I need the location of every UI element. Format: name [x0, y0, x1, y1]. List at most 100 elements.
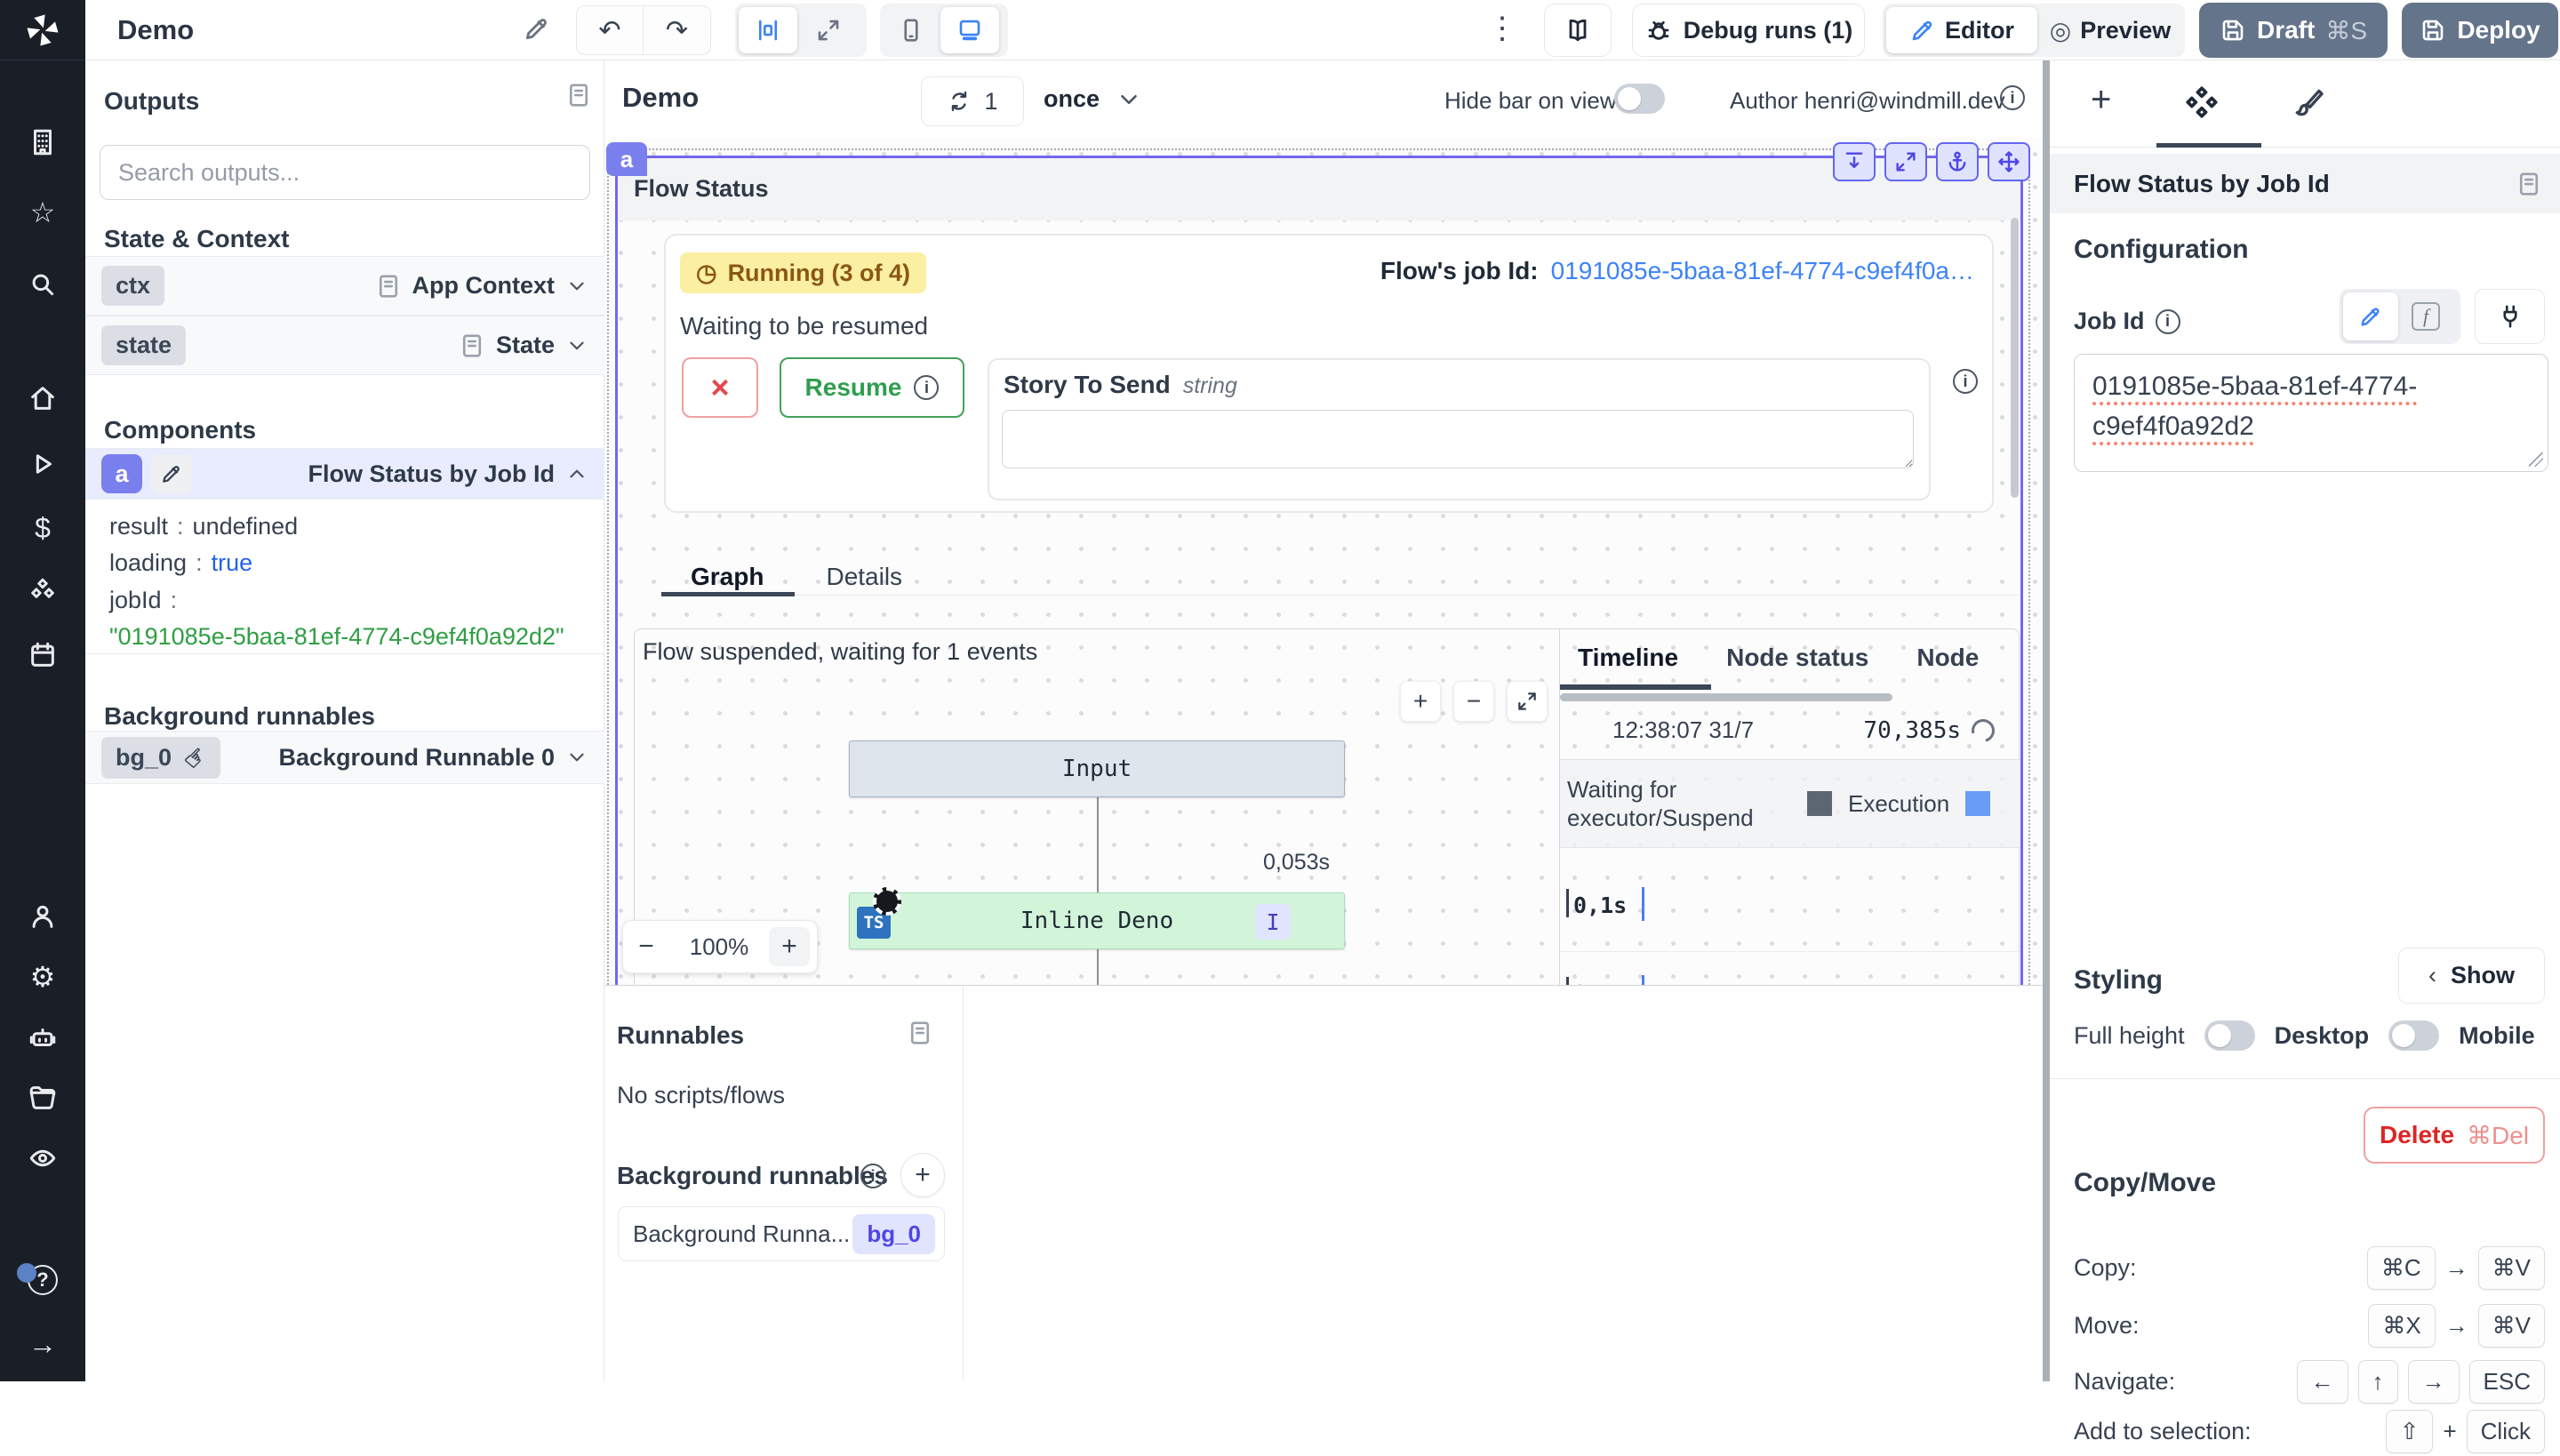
state-row[interactable]: state State [85, 316, 604, 375]
ctx-row[interactable]: ctx App Context [85, 256, 604, 316]
anchor-icon[interactable] [1936, 142, 1979, 181]
outputs-title: Outputs [104, 87, 199, 116]
job-id-textarea[interactable]: 0191085e-5baa-81ef-4774- c9ef4f0a92d2 [2074, 354, 2548, 472]
zoom-out-button[interactable]: − [623, 932, 669, 962]
schedules-calendar-icon[interactable] [0, 637, 85, 673]
flow-job-id-link[interactable]: 0191085e-5baa-81ef-4774-c9ef4f0a… [1551, 257, 1974, 285]
fullwidth-layout-button[interactable] [799, 7, 858, 53]
app-canvas[interactable]: a Flow Status ◷ Running (3 of 4) Flow's … [604, 138, 2043, 986]
delete-button[interactable]: Delete ⌘Del [2364, 1107, 2545, 1164]
desktop-view-button[interactable] [940, 7, 999, 53]
component-settings-tab-icon[interactable] [2183, 84, 2220, 121]
deploy-button[interactable]: Deploy [2402, 3, 2558, 58]
full-height-toggle[interactable] [2204, 1020, 2255, 1051]
show-styling-button[interactable]: ‹ Show [2398, 948, 2545, 1004]
user-icon[interactable] [0, 899, 85, 934]
insert-component-tab-plus-icon[interactable]: + [2091, 80, 2111, 120]
component-row-flow-status[interactable]: a Flow Status by Job Id [85, 448, 604, 500]
bg-runnables-info-icon[interactable]: i [860, 1164, 885, 1188]
app-canvas-header: Demo 1 once Hide bar on view Author henr… [604, 60, 2043, 138]
tab-preview[interactable]: ◎ Preview [2039, 7, 2181, 53]
workspace-icon[interactable] [0, 124, 85, 160]
graph-node-inline-deno[interactable]: TS Inline Deno I [849, 892, 1345, 949]
settings-doc-icon[interactable] [2516, 171, 2542, 197]
windmill-logo[interactable] [0, 0, 85, 60]
panel-resize-splitter[interactable] [2043, 60, 2050, 1381]
tab-graph[interactable]: Graph [691, 563, 764, 591]
more-menu-kebab-icon[interactable]: ⋮ [1487, 11, 1517, 46]
redo-button[interactable]: ↷ [644, 6, 710, 54]
home-icon[interactable] [0, 380, 85, 416]
variables-dollar-icon[interactable]: $ [0, 510, 85, 546]
tab-timeline[interactable]: Timeline [1578, 644, 1678, 672]
timeline-horizontal-scrollbar[interactable] [1560, 693, 1892, 701]
docs-book-button[interactable] [1544, 4, 1612, 57]
desktop-mobile-toggle[interactable] [2388, 1020, 2439, 1051]
connect-plug-button[interactable] [2475, 289, 2545, 344]
settings-component-title: Flow Status by Job Id [2074, 170, 2330, 198]
resume-button[interactable]: Resume i [780, 357, 964, 418]
settings-gear-icon[interactable]: ⚙ [0, 959, 85, 995]
flow-job-id-line: Flow's job Id: 0191085e-5baa-81ef-4774-c… [1380, 257, 1974, 285]
graph-node-input[interactable]: Input [849, 740, 1345, 797]
story-to-send-textarea[interactable] [1002, 410, 1914, 468]
cancel-button[interactable]: × [682, 357, 758, 418]
running-status-badge: ◷ Running (3 of 4) [680, 252, 926, 293]
frequency-select[interactable]: once [1044, 85, 1142, 113]
search-icon[interactable] [0, 267, 85, 302]
debug-runs-button[interactable]: Debug runs (1) [1632, 4, 1865, 57]
audit-eye-icon[interactable] [0, 1140, 85, 1176]
app-title: Demo [117, 14, 194, 46]
edit-title-pencil-icon[interactable] [523, 14, 551, 43]
resources-cubes-icon[interactable] [0, 573, 85, 609]
add-selection-shortcut-row: Add to selection: ⇧ + Click [2074, 1406, 2545, 1456]
timeline-execution-tick [1642, 887, 1644, 921]
folders-icon[interactable] [0, 1080, 85, 1116]
tab-editor[interactable]: Editor [1886, 7, 2037, 53]
topbar: Demo ↶ ↷ ⋮ Debug runs (1) Editor ◎ Previ… [85, 0, 2560, 60]
tab-details[interactable]: Details [826, 563, 902, 591]
ctx-badge: ctx [101, 266, 164, 306]
expression-input-button[interactable]: f [2398, 302, 2453, 331]
author-info-icon[interactable]: i [2000, 85, 2025, 110]
mobile-view-button[interactable] [884, 7, 939, 53]
outputs-panel: Outputs State & Context ctx App Context … [85, 60, 604, 1381]
center-layout-button[interactable] [739, 7, 797, 53]
rename-pencil-icon[interactable] [151, 454, 192, 493]
fullscreen-icon[interactable] [1884, 142, 1927, 181]
undo-button[interactable]: ↶ [577, 6, 644, 54]
add-bg-runnable-button[interactable]: + [900, 1153, 945, 1197]
chevron-left-icon: ‹ [2428, 962, 2436, 989]
job-id-info-icon[interactable]: i [2156, 309, 2180, 334]
static-input-pencil-button[interactable] [2343, 292, 2398, 340]
form-info-icon[interactable]: i [1953, 369, 1978, 394]
bg-runnable-card[interactable]: Background Runna... bg_0 [618, 1206, 945, 1261]
graph-fit-button[interactable] [1507, 681, 1548, 722]
kbd-arrow-up: ↑ [2358, 1360, 2398, 1404]
runnables-doc-icon[interactable] [907, 1020, 933, 1046]
tab-node-status[interactable]: Node status [1726, 644, 1868, 672]
outputs-doc-icon[interactable] [565, 82, 592, 108]
draft-button[interactable]: Draft ⌘S [2199, 3, 2388, 58]
favorites-star-icon[interactable]: ☆ [0, 195, 85, 230]
runs-play-icon[interactable] [0, 446, 85, 482]
expand-down-icon[interactable] [1833, 142, 1876, 181]
refresh-count-button[interactable]: 1 [921, 76, 1024, 126]
timeline-panel: Timeline Node status Node 12:38:07 31/7 … [1559, 629, 2020, 986]
component-settings-header: Flow Status by Job Id [2050, 154, 2560, 213]
tab-node[interactable]: Node [1916, 644, 1979, 672]
canvas-vertical-scrollbar[interactable] [2011, 218, 2019, 498]
move-icon[interactable] [1988, 142, 2030, 181]
collapse-rail-arrow-icon[interactable]: → [0, 1326, 85, 1362]
state-context-title: State & Context [104, 225, 289, 253]
workers-robot-icon[interactable] [0, 1020, 85, 1055]
resize-grip[interactable] [2529, 452, 2543, 467]
search-outputs-input[interactable] [100, 145, 590, 200]
styling-tab-brush-icon[interactable] [2292, 85, 2325, 119]
hide-bar-toggle[interactable] [1614, 84, 1665, 114]
help-icon[interactable]: ? [0, 1262, 85, 1298]
zoom-in-button[interactable]: + [769, 927, 810, 966]
graph-zoom-out-button[interactable]: − [1453, 681, 1494, 722]
graph-zoom-in-button[interactable]: + [1400, 681, 1441, 722]
bg-runnable-row[interactable]: bg_0 ☞ Background Runnable 0 [85, 731, 604, 784]
